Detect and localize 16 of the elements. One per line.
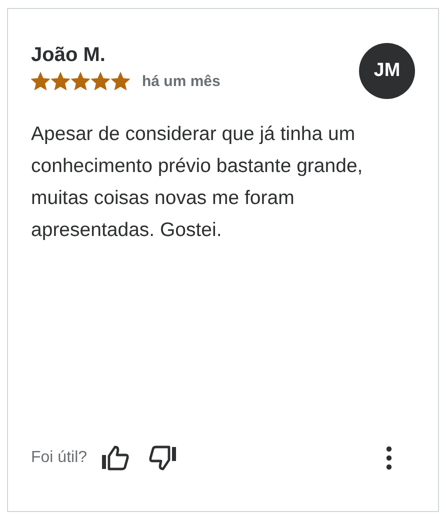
thumbs-down-icon (149, 445, 178, 471)
star-icon (71, 72, 90, 91)
thumbs-down-button[interactable] (149, 445, 178, 471)
helpful-prompt: Foi útil? (31, 449, 88, 467)
review-text: Apesar de considerar que já tinha um conhecimento prévio bastante grande, muitas coisas novas me foram apresentadas. Gostei. (31, 122, 364, 243)
star-icon (111, 72, 130, 91)
more-options-icon (386, 446, 392, 470)
review-time: há um mês (142, 73, 220, 90)
star-icon (31, 72, 50, 91)
thumbs-up-icon (101, 445, 130, 471)
avatar: JM (359, 43, 415, 99)
star-icon (91, 72, 110, 91)
reviewer-name: João M. (31, 43, 106, 68)
star-icon (51, 72, 70, 91)
thumbs-up-button[interactable] (101, 445, 130, 471)
more-options-button[interactable] (386, 446, 392, 470)
